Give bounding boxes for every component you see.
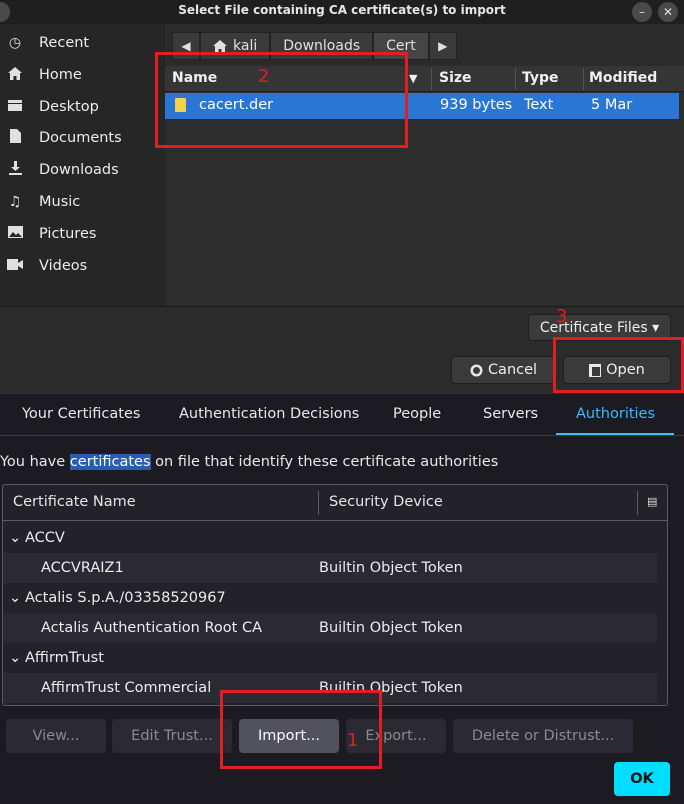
- column-size[interactable]: Size: [439, 70, 472, 86]
- tab-authorities[interactable]: Authorities: [576, 406, 655, 422]
- column-modified[interactable]: Modified: [589, 70, 657, 86]
- column-divider: [515, 68, 516, 90]
- places-sidebar: ◷ Recent Home Desktop Documents Download…: [0, 24, 165, 306]
- tab-people[interactable]: People: [393, 406, 441, 422]
- home-icon: [3, 66, 27, 84]
- cancel-button[interactable]: Cancel: [451, 356, 556, 384]
- tab-bar: Your Certificates Authentication Decisio…: [0, 394, 684, 436]
- tree-header: Certificate Name Security Device ▤: [3, 485, 667, 521]
- chevron-down-icon: ⌄: [9, 590, 22, 606]
- desktop-icon: [3, 99, 27, 115]
- document-icon: [3, 129, 27, 147]
- dialog-titlebar: Select File containing CA certificate(s)…: [0, 0, 684, 24]
- sidebar-item-desktop[interactable]: Desktop: [0, 92, 165, 122]
- tree-group-row[interactable]: ⌄ ACCV: [3, 523, 657, 553]
- sidebar-item-pictures[interactable]: Pictures: [0, 219, 165, 249]
- security-device: Builtin Object Token: [319, 620, 463, 636]
- certificate-name: AffirmTrust Commercial: [41, 680, 212, 696]
- tree-child-row[interactable]: Actalis Authentication Root CA Builtin O…: [3, 613, 657, 643]
- tab-your-certificates[interactable]: Your Certificates: [22, 406, 140, 422]
- annotation-number: 3: [556, 306, 568, 327]
- column-divider: [637, 491, 638, 515]
- music-icon: ♫: [8, 194, 22, 210]
- delete-or-distrust-button[interactable]: Delete or Distrust...: [453, 719, 633, 753]
- sidebar-item-label: Downloads: [39, 162, 119, 178]
- path-forward-arrow-icon[interactable]: ▶: [428, 32, 457, 60]
- sidebar-item-music[interactable]: ♫ Music: [0, 187, 165, 217]
- tree-child-row[interactable]: ACCVRAIZ1 Builtin Object Token: [3, 553, 657, 583]
- home-icon: [213, 39, 227, 53]
- annotation-box: [155, 52, 408, 148]
- clock-icon: ◷: [8, 35, 22, 51]
- view-button[interactable]: View...: [6, 719, 106, 753]
- annotation-number: 1: [347, 730, 359, 751]
- column-divider: [318, 491, 319, 515]
- file-size: 939 bytes: [440, 97, 513, 113]
- desc-text: on file that identify these certificate …: [150, 454, 499, 470]
- tab-servers[interactable]: Servers: [483, 406, 538, 422]
- cancel-icon: [470, 364, 483, 376]
- active-tab-indicator: [556, 433, 674, 435]
- group-name: ACCV: [25, 530, 65, 546]
- column-certificate-name[interactable]: Certificate Name: [13, 494, 136, 510]
- group-name: Actalis S.p.A./03358520967: [25, 590, 226, 606]
- column-type[interactable]: Type: [522, 70, 559, 86]
- cancel-label: Cancel: [487, 362, 538, 378]
- dialog-title: Select File containing CA certificate(s)…: [178, 3, 506, 17]
- desc-text: You have: [0, 454, 70, 470]
- sidebar-item-label: Home: [39, 67, 82, 83]
- chevron-down-icon: ⌄: [9, 530, 22, 546]
- group-name: AffirmTrust: [25, 650, 104, 666]
- sidebar-item-label: Videos: [39, 258, 88, 274]
- close-icon[interactable]: ✕: [658, 2, 678, 22]
- column-security-device[interactable]: Security Device: [329, 494, 443, 510]
- column-divider: [431, 68, 432, 90]
- certificate-name: Actalis Authentication Root CA: [41, 620, 262, 636]
- download-icon: [3, 161, 27, 179]
- divider: [0, 306, 684, 307]
- file-type: Text: [524, 97, 554, 113]
- tree-group-row[interactable]: ⌄ Actalis S.p.A./03358520967: [3, 583, 657, 613]
- column-picker-icon[interactable]: ▤: [647, 495, 657, 508]
- sidebar-item-label: Music: [39, 194, 81, 210]
- ok-button[interactable]: OK: [614, 762, 670, 796]
- annotation-number: 2: [258, 66, 270, 87]
- sidebar-item-label: Desktop: [39, 99, 99, 115]
- chevron-down-icon: ⌄: [9, 650, 22, 666]
- sort-arrow-icon: ▼: [409, 72, 418, 85]
- tab-authentication-decisions[interactable]: Authentication Decisions: [179, 406, 359, 422]
- sidebar-item-documents[interactable]: Documents: [0, 123, 165, 153]
- security-device: Builtin Object Token: [319, 560, 463, 576]
- sidebar-item-label: Pictures: [39, 226, 97, 242]
- sidebar-item-home[interactable]: Home: [0, 60, 165, 90]
- sidebar-item-videos[interactable]: Videos: [0, 251, 165, 281]
- sidebar-item-label: Documents: [39, 130, 122, 146]
- sidebar-item-recent[interactable]: ◷ Recent: [0, 28, 165, 58]
- minimize-icon[interactable]: –: [632, 2, 652, 22]
- tree-group-row[interactable]: ⌄ AffirmTrust: [3, 643, 657, 673]
- desc-highlight: certificates: [69, 454, 151, 470]
- sidebar-item-downloads[interactable]: Downloads: [0, 155, 165, 185]
- video-icon: [3, 258, 27, 274]
- edit-trust-button[interactable]: Edit Trust...: [112, 719, 232, 753]
- sidebar-item-label: Recent: [39, 35, 90, 51]
- column-divider: [583, 68, 584, 90]
- picture-icon: [3, 226, 27, 242]
- authorities-description: You have certificates on file that ident…: [0, 454, 498, 470]
- certificate-tree: Certificate Name Security Device ▤ ⌄ ACC…: [2, 484, 668, 706]
- annotation-box: [553, 337, 684, 393]
- file-modified: 5 Mar: [591, 97, 633, 113]
- certificate-name: ACCVRAIZ1: [41, 560, 124, 576]
